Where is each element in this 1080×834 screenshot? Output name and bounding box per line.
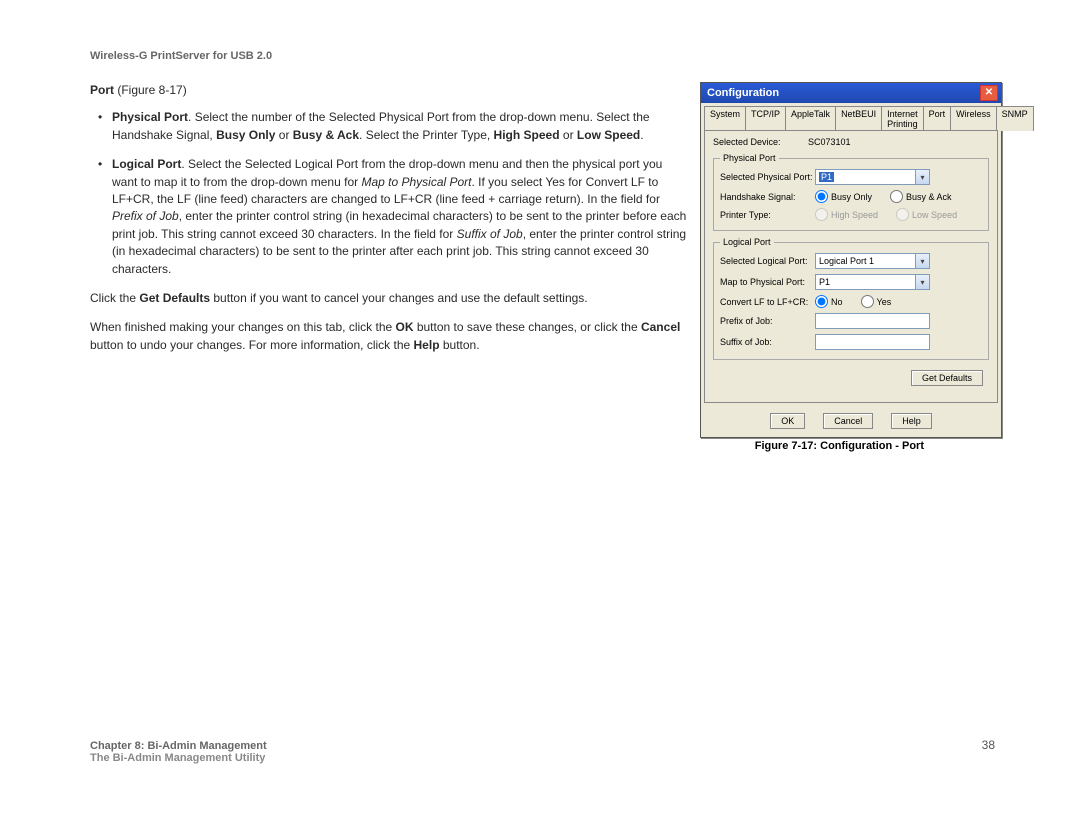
chevron-down-icon: ▾ — [915, 170, 929, 184]
logical-port-fieldset: Logical Port Selected Logical Port: Logi… — [713, 237, 989, 360]
tab-wireless[interactable]: Wireless — [950, 106, 997, 131]
hs-busy-ack[interactable]: Busy & Ack — [890, 190, 952, 203]
suffix-input[interactable] — [815, 334, 930, 350]
selected-device-label: Selected Device: — [713, 137, 808, 147]
tab-tcpip[interactable]: TCP/IP — [745, 106, 786, 131]
footer: Chapter 8: Bi-Admin Management The Bi-Ad… — [90, 740, 267, 764]
close-icon[interactable]: ✕ — [980, 85, 998, 101]
dialog-title: Configuration — [707, 87, 779, 99]
physical-port-legend: Physical Port — [720, 153, 779, 163]
tab-netbeui[interactable]: NetBEUI — [835, 106, 882, 131]
para-ok-cancel: When finished making your changes on thi… — [90, 319, 690, 354]
suffix-label: Suffix of Job: — [720, 337, 815, 347]
prefix-input[interactable] — [815, 313, 930, 329]
main-text: Port (Figure 8-17) Physical Port. Select… — [90, 82, 690, 354]
clf-no[interactable]: No — [815, 295, 843, 308]
tab-system[interactable]: System — [704, 106, 746, 131]
clf-yes[interactable]: Yes — [861, 295, 892, 308]
tab-internet-printing[interactable]: Internet Printing — [881, 106, 924, 131]
slp-label: Selected Logical Port: — [720, 256, 815, 266]
help-button[interactable]: Help — [891, 413, 932, 429]
mpp-label: Map to Physical Port: — [720, 277, 815, 287]
prefix-label: Prefix of Job: — [720, 316, 815, 326]
slp-dropdown[interactable]: Logical Port 1▾ — [815, 253, 930, 269]
figure-caption: Figure 7-17: Configuration - Port — [755, 440, 924, 452]
mpp-dropdown[interactable]: P1▾ — [815, 274, 930, 290]
tab-port[interactable]: Port — [923, 106, 952, 131]
selected-device-value: SC073101 — [808, 137, 851, 147]
chevron-down-icon: ▾ — [915, 275, 929, 289]
doc-header: Wireless-G PrintServer for USB 2.0 — [90, 50, 272, 62]
ok-button[interactable]: OK — [770, 413, 805, 429]
config-dialog: Configuration ✕ System TCP/IP AppleTalk … — [700, 82, 1002, 438]
cancel-button[interactable]: Cancel — [823, 413, 873, 429]
tab-appletalk[interactable]: AppleTalk — [785, 106, 836, 131]
tab-row: System TCP/IP AppleTalk NetBEUI Internet… — [701, 103, 1001, 131]
para-get-defaults: Click the Get Defaults button if you wan… — [90, 290, 690, 307]
get-defaults-button[interactable]: Get Defaults — [911, 370, 983, 386]
spp-label: Selected Physical Port: — [720, 172, 815, 182]
bullet-physical-port: Physical Port. Select the number of the … — [90, 109, 690, 144]
port-heading: Port (Figure 8-17) — [90, 82, 690, 99]
clf-label: Convert LF to LF+CR: — [720, 297, 815, 307]
chevron-down-icon: ▾ — [915, 254, 929, 268]
pt-high-speed: High Speed — [815, 208, 878, 221]
page-number: 38 — [982, 738, 995, 752]
bullet-logical-port: Logical Port. Select the Selected Logica… — [90, 156, 690, 278]
pt-label: Printer Type: — [720, 210, 815, 220]
hs-busy-only[interactable]: Busy Only — [815, 190, 872, 203]
physical-port-fieldset: Physical Port Selected Physical Port: P1… — [713, 153, 989, 231]
pt-low-speed: Low Speed — [896, 208, 957, 221]
logical-port-legend: Logical Port — [720, 237, 774, 247]
dialog-titlebar: Configuration ✕ — [701, 83, 1001, 103]
hs-label: Handshake Signal: — [720, 192, 815, 202]
tab-snmp[interactable]: SNMP — [996, 106, 1034, 131]
spp-dropdown[interactable]: P1▾ — [815, 169, 930, 185]
